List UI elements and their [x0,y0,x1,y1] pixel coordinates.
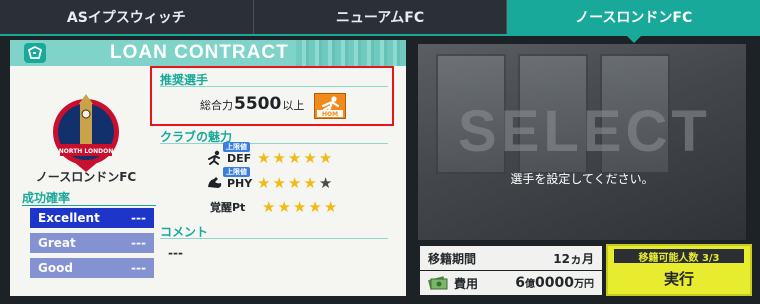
cost-unit-oku: 億 [525,279,536,290]
stat-label-phy: 上限値 PHY [223,166,257,190]
transfer-count-badge: 移籍可能人数 3/3 [614,249,744,264]
stat-label-def: 上限値 DEF [223,141,257,165]
stat-label-awakening: 覚醒Pt [206,199,262,215]
execute-button[interactable]: 実行 [614,265,744,292]
recommended-highlight-box [150,66,394,126]
comment-value: --- [168,246,183,260]
loan-contract-card: LOAN CONTRACT NORTH LONDON ノースロンドンFC 成功確… [10,40,406,296]
club-emblem-icon: NORTH LONDON [50,92,122,176]
star-filled-icon: ★ [277,197,291,216]
star-filled-icon: ★ [257,173,271,192]
charm-row-phy: 上限値 PHY ★ ★ ★ ★ ★ [206,166,333,192]
active-tab-caret [625,35,642,43]
transfer-period-row: 移籍期間 12ヵ月 [420,246,602,270]
rate-value: --- [131,236,146,250]
star-rating: ★ ★ ★ ★ ★ [262,197,338,216]
card-title: LOAN CONTRACT [110,42,289,63]
star-filled-icon: ★ [287,148,302,167]
rate-value: --- [131,211,146,225]
tab-as-ipswich[interactable]: ASイプスウィッチ [0,0,254,34]
select-player-message: 選手を設定してください。 [510,172,654,186]
stat-name: PHY [227,176,253,190]
cost-unit-man: 万円 [574,279,594,290]
star-filled-icon: ★ [257,148,271,167]
stat-name: DEF [227,151,252,165]
star-rating: ★ ★ ★ ★ ★ [257,173,333,192]
player-select-panel[interactable]: SELECT 選手を設定してください。 [418,44,746,240]
period-label: 移籍期間 [428,251,477,266]
divider [160,143,388,144]
transfer-cost-row: 費用 6 億 0000 万円 [420,271,602,295]
star-filled-icon: ★ [308,197,322,216]
game-logo-icon [24,43,46,63]
success-rate-title: 成功確率 [22,191,71,205]
rate-value: --- [131,261,146,275]
star-filled-icon: ★ [323,197,338,216]
tab-label: ASイプスウィッチ [66,10,186,26]
stat-name: 覚醒Pt [210,201,246,214]
select-watermark: SELECT [458,99,711,164]
execute-panel: 移籍可能人数 3/3 実行 [606,244,752,296]
rate-row-excellent: Excellent --- [30,208,154,228]
star-filled-icon: ★ [287,173,302,192]
tab-label: ニューアムFC [335,10,425,26]
club-tab-bar: ASイプスウィッチ ニューアムFC ノースロンドンFC [0,0,760,43]
star-filled-icon: ★ [262,197,276,216]
upper-limit-badge: 上限値 [223,141,250,152]
upper-limit-badge: 上限値 [223,166,250,177]
defender-icon [208,150,220,165]
flex-arm-icon [208,177,222,188]
rate-label: Excellent [38,211,100,225]
cost-label: 費用 [454,276,479,291]
rate-row-great: Great --- [30,233,154,253]
star-filled-icon: ★ [272,173,286,192]
cost-man: 0000 [535,275,574,291]
money-icon [428,276,448,290]
charm-row-awakening: 覚醒Pt ★ ★ ★ ★ ★ [206,199,337,215]
tab-newham-fc[interactable]: ニューアムFC [254,0,508,34]
star-empty-icon: ★ [318,173,333,192]
rate-label: Good [38,261,73,275]
star-filled-icon: ★ [318,148,333,167]
cost-oku: 6 [515,275,526,291]
star-filled-icon: ★ [303,148,317,167]
divider [22,205,156,206]
star-filled-icon: ★ [303,173,317,192]
star-filled-icon: ★ [292,197,307,216]
rate-row-good: Good --- [30,258,154,278]
tab-label: ノースロンドンFC [575,10,693,26]
club-name: ノースロンドンFC [35,170,137,184]
star-rating: ★ ★ ★ ★ ★ [257,148,333,167]
star-filled-icon: ★ [272,148,286,167]
rate-label: Great [38,236,76,250]
period-value: 12ヵ月 [553,251,594,266]
charm-row-def: 上限値 DEF ★ ★ ★ ★ ★ [206,141,333,167]
tab-north-london-fc[interactable]: ノースロンドンFC [507,0,760,43]
cost-value: 6 億 0000 万円 [515,275,594,291]
divider [160,238,388,239]
emblem-text: NORTH LONDON [59,148,114,155]
